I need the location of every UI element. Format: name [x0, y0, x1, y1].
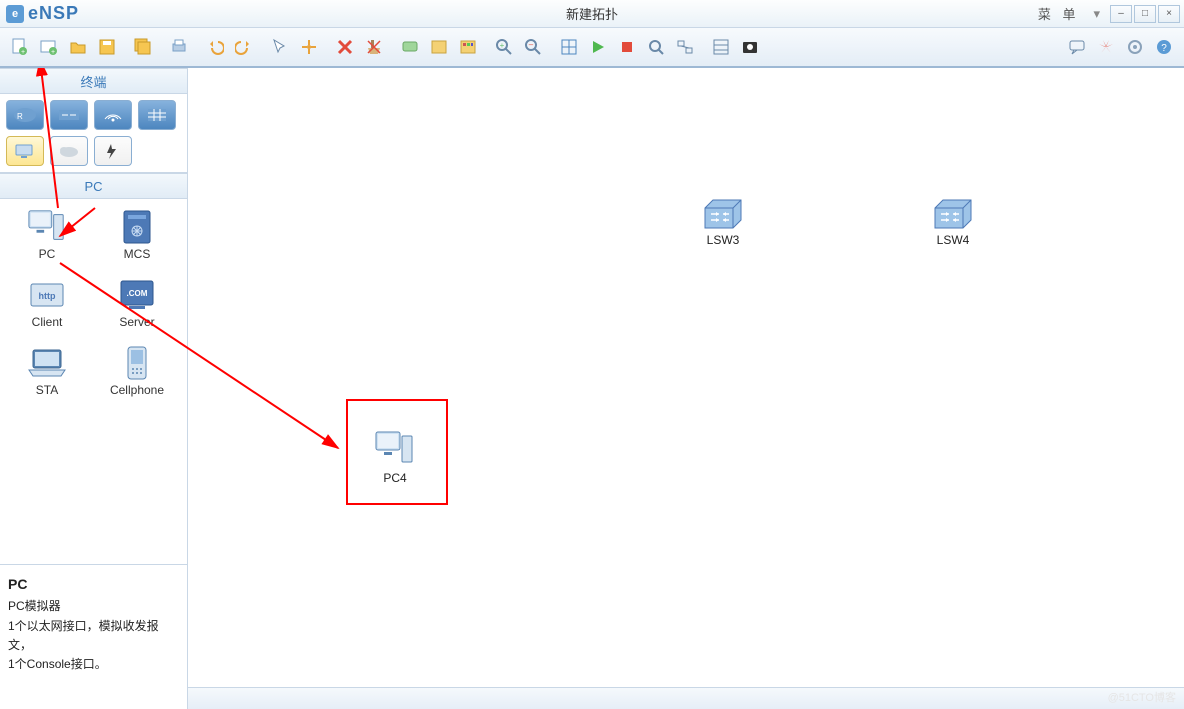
rect-note-button[interactable] [425, 33, 453, 61]
redo-button[interactable] [230, 33, 258, 61]
topology-canvas[interactable]: LSW3 LSW4 PC4 [188, 68, 1184, 709]
category-row-1: R [0, 94, 187, 136]
grid-align-button[interactable] [555, 33, 583, 61]
category-cloud[interactable] [50, 136, 88, 166]
magnify-button[interactable] [642, 33, 670, 61]
save-all-button[interactable] [129, 33, 157, 61]
category-wireless[interactable] [94, 100, 132, 130]
category-switch[interactable] [50, 100, 88, 130]
node-pc4[interactable]: PC4 [374, 430, 416, 485]
node-lsw3[interactable]: LSW3 [703, 198, 743, 247]
category-terminal[interactable] [6, 136, 44, 166]
settings-button[interactable] [1121, 33, 1149, 61]
info-line-1: PC模拟器 [8, 597, 179, 616]
status-bar [188, 687, 1184, 709]
new-file-button[interactable]: + [6, 33, 34, 61]
toggle-grid-button[interactable] [707, 33, 735, 61]
info-line-2: 1个以太网接口，模拟收发报文， [8, 617, 179, 655]
device-server[interactable]: .COM Server [92, 271, 182, 339]
pan-tool-button[interactable] [295, 33, 323, 61]
print-button[interactable] [165, 33, 193, 61]
info-title: PC [8, 573, 179, 595]
device-label: PC [39, 247, 56, 261]
palette-button[interactable] [454, 33, 482, 61]
device-pc[interactable]: PC [2, 203, 92, 271]
toolbar: + + + – ? [0, 28, 1184, 68]
device-cellphone[interactable]: Cellphone [92, 339, 182, 407]
com-server-icon: .COM [117, 277, 157, 313]
open-button[interactable] [64, 33, 92, 61]
close-button[interactable]: × [1158, 5, 1180, 23]
category-router[interactable]: R [6, 100, 44, 130]
node-label: LSW3 [707, 233, 740, 247]
undo-button[interactable] [201, 33, 229, 61]
app-name: eNSP [28, 3, 79, 24]
server-icon [117, 209, 157, 245]
start-all-button[interactable] [584, 33, 612, 61]
category-firewall[interactable] [138, 100, 176, 130]
pc-icon [27, 209, 67, 245]
document-title: 新建拓扑 [566, 4, 618, 23]
sidebar: 终端 R PC PC MCS h [0, 68, 188, 709]
device-label: STA [36, 383, 58, 397]
category-power[interactable] [94, 136, 132, 166]
svg-text:R: R [17, 112, 23, 121]
device-label: MCS [124, 247, 151, 261]
http-icon: http [27, 277, 67, 313]
maximize-button[interactable]: □ [1134, 5, 1156, 23]
svg-text:+: + [51, 49, 55, 56]
title-bar: e eNSP 新建拓扑 菜 单 ▾ – □ × [0, 0, 1184, 28]
capture-button[interactable] [671, 33, 699, 61]
switch-icon [933, 198, 973, 230]
huawei-logo-icon[interactable] [1092, 33, 1120, 61]
logo-icon: e [6, 5, 24, 23]
svg-text:?: ? [1161, 43, 1167, 54]
broom-clean-button[interactable] [360, 33, 388, 61]
phone-icon [117, 345, 157, 381]
device-grid: PC MCS http Client .COM Server STA [0, 199, 187, 411]
pc-icon [374, 430, 416, 468]
info-line-3: 1个Console接口。 [8, 655, 179, 674]
svg-text:http: http [39, 291, 56, 301]
node-label: LSW4 [937, 233, 970, 247]
device-label: Cellphone [110, 383, 164, 397]
select-tool-button[interactable] [266, 33, 294, 61]
watermark: @51CTO博客 [1108, 689, 1176, 705]
device-label: Client [32, 315, 63, 329]
svg-text:.COM: .COM [127, 289, 148, 298]
device-panel-title: PC [0, 173, 187, 199]
node-lsw4[interactable]: LSW4 [933, 198, 973, 247]
main-menu-button[interactable]: 菜 单 [1030, 2, 1088, 25]
zoom-in-button[interactable]: + [490, 33, 518, 61]
text-note-button[interactable] [396, 33, 424, 61]
chat-button[interactable] [1063, 33, 1091, 61]
switch-icon [703, 198, 743, 230]
new-topo-button[interactable]: + [35, 33, 63, 61]
svg-text:–: – [529, 40, 534, 49]
svg-text:+: + [21, 49, 25, 56]
node-label: PC4 [383, 471, 406, 485]
help-button[interactable]: ? [1150, 33, 1178, 61]
minimize-button[interactable]: – [1110, 5, 1132, 23]
stop-all-button[interactable] [613, 33, 641, 61]
app-logo: e eNSP [0, 3, 79, 24]
terminal-panel-title: 终端 [0, 68, 187, 94]
device-mcs[interactable]: MCS [92, 203, 182, 271]
snapshot-button[interactable] [736, 33, 764, 61]
menu-dropdown-icon[interactable]: ▾ [1089, 6, 1108, 22]
main-area: 终端 R PC PC MCS h [0, 68, 1184, 709]
svg-text:+: + [500, 41, 505, 50]
save-button[interactable] [93, 33, 121, 61]
category-row-2 [0, 136, 187, 172]
zoom-out-button[interactable]: – [519, 33, 547, 61]
device-label: Server [119, 315, 154, 329]
delete-button[interactable] [331, 33, 359, 61]
device-client[interactable]: http Client [2, 271, 92, 339]
device-panel: PC PC MCS http Client .COM Server [0, 172, 187, 411]
info-panel: PC PC模拟器 1个以太网接口，模拟收发报文， 1个Console接口。 [0, 564, 187, 709]
device-sta[interactable]: STA [2, 339, 92, 407]
laptop-icon [27, 345, 67, 381]
